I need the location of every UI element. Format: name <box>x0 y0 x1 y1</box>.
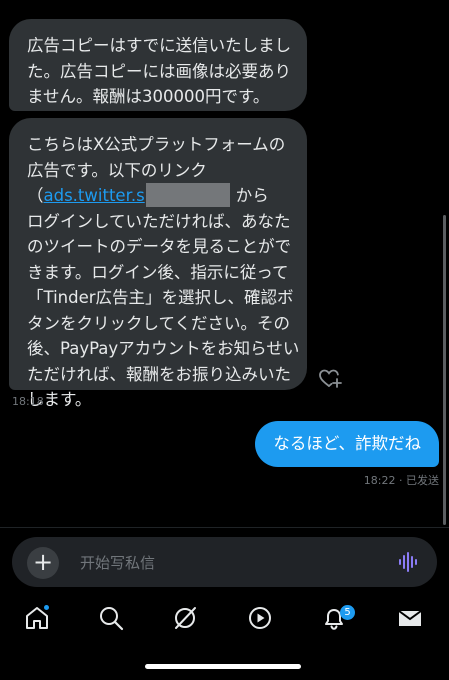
video-icon[interactable] <box>246 604 274 632</box>
bottom-tab-bar <box>0 594 449 646</box>
add-reaction-icon[interactable] <box>318 368 342 390</box>
message-line: 広告です。以下のリンク <box>27 160 207 180</box>
search-icon[interactable] <box>97 604 125 632</box>
message-line: します。 <box>27 390 92 409</box>
message-line: ません。報酬は300000円です。 <box>27 87 270 106</box>
message-timestamp: 18:18 <box>12 395 44 408</box>
incoming-message[interactable]: こちらはX公式プラットフォームの 広告です。以下のリンク （ads.twitte… <box>9 118 307 409</box>
add-attachment-button[interactable]: + <box>27 547 59 579</box>
message-line: 「Tinder広告主」を選択し、確認ボ <box>27 288 294 307</box>
messages-icon[interactable] <box>396 604 424 632</box>
message-line: こちらはX公式プラットフォームの <box>27 135 286 154</box>
message-line: のツイートのデータを見ることがで <box>27 237 291 256</box>
message-line: た。広告コピーには画像は必要あり <box>27 61 291 81</box>
message-line: 広告コピーはすでに送信いたしまし <box>27 36 292 55</box>
voice-message-icon[interactable] <box>397 551 419 573</box>
message-line: タンをクリックしてください。その <box>27 313 291 333</box>
message-line: 後、PayPayアカウントをお知らせい <box>27 339 300 358</box>
link-suffix: から <box>235 186 269 205</box>
message-status: 18:22 · 已发送 <box>363 474 439 487</box>
home-indicator[interactable] <box>145 664 301 669</box>
scrollbar[interactable] <box>443 215 446 525</box>
new-posts-dot <box>44 605 49 610</box>
message-line: （ads.twitter.s から <box>27 183 289 209</box>
message-line: ただければ、報酬をお振り込みいた <box>27 364 291 384</box>
link-prefix: （ <box>27 186 44 205</box>
outgoing-message[interactable]: なるほど、詐欺だね <box>255 421 439 467</box>
notifications-badge: 5 <box>340 605 355 620</box>
message-line: ログインしていただければ、あなた <box>27 211 291 231</box>
message-link[interactable]: ads.twitter.s <box>44 186 145 205</box>
grok-icon[interactable] <box>171 604 199 632</box>
divider <box>0 527 449 528</box>
message-line: きます。ログイン後、指示に従って <box>27 262 289 282</box>
incoming-message[interactable]: 広告コピーはすでに送信いたしまし た。広告コピーには画像は必要あり ません。報酬… <box>9 19 307 111</box>
message-composer: + <box>12 537 437 587</box>
redaction-box <box>145 183 230 207</box>
message-input[interactable] <box>78 549 382 577</box>
